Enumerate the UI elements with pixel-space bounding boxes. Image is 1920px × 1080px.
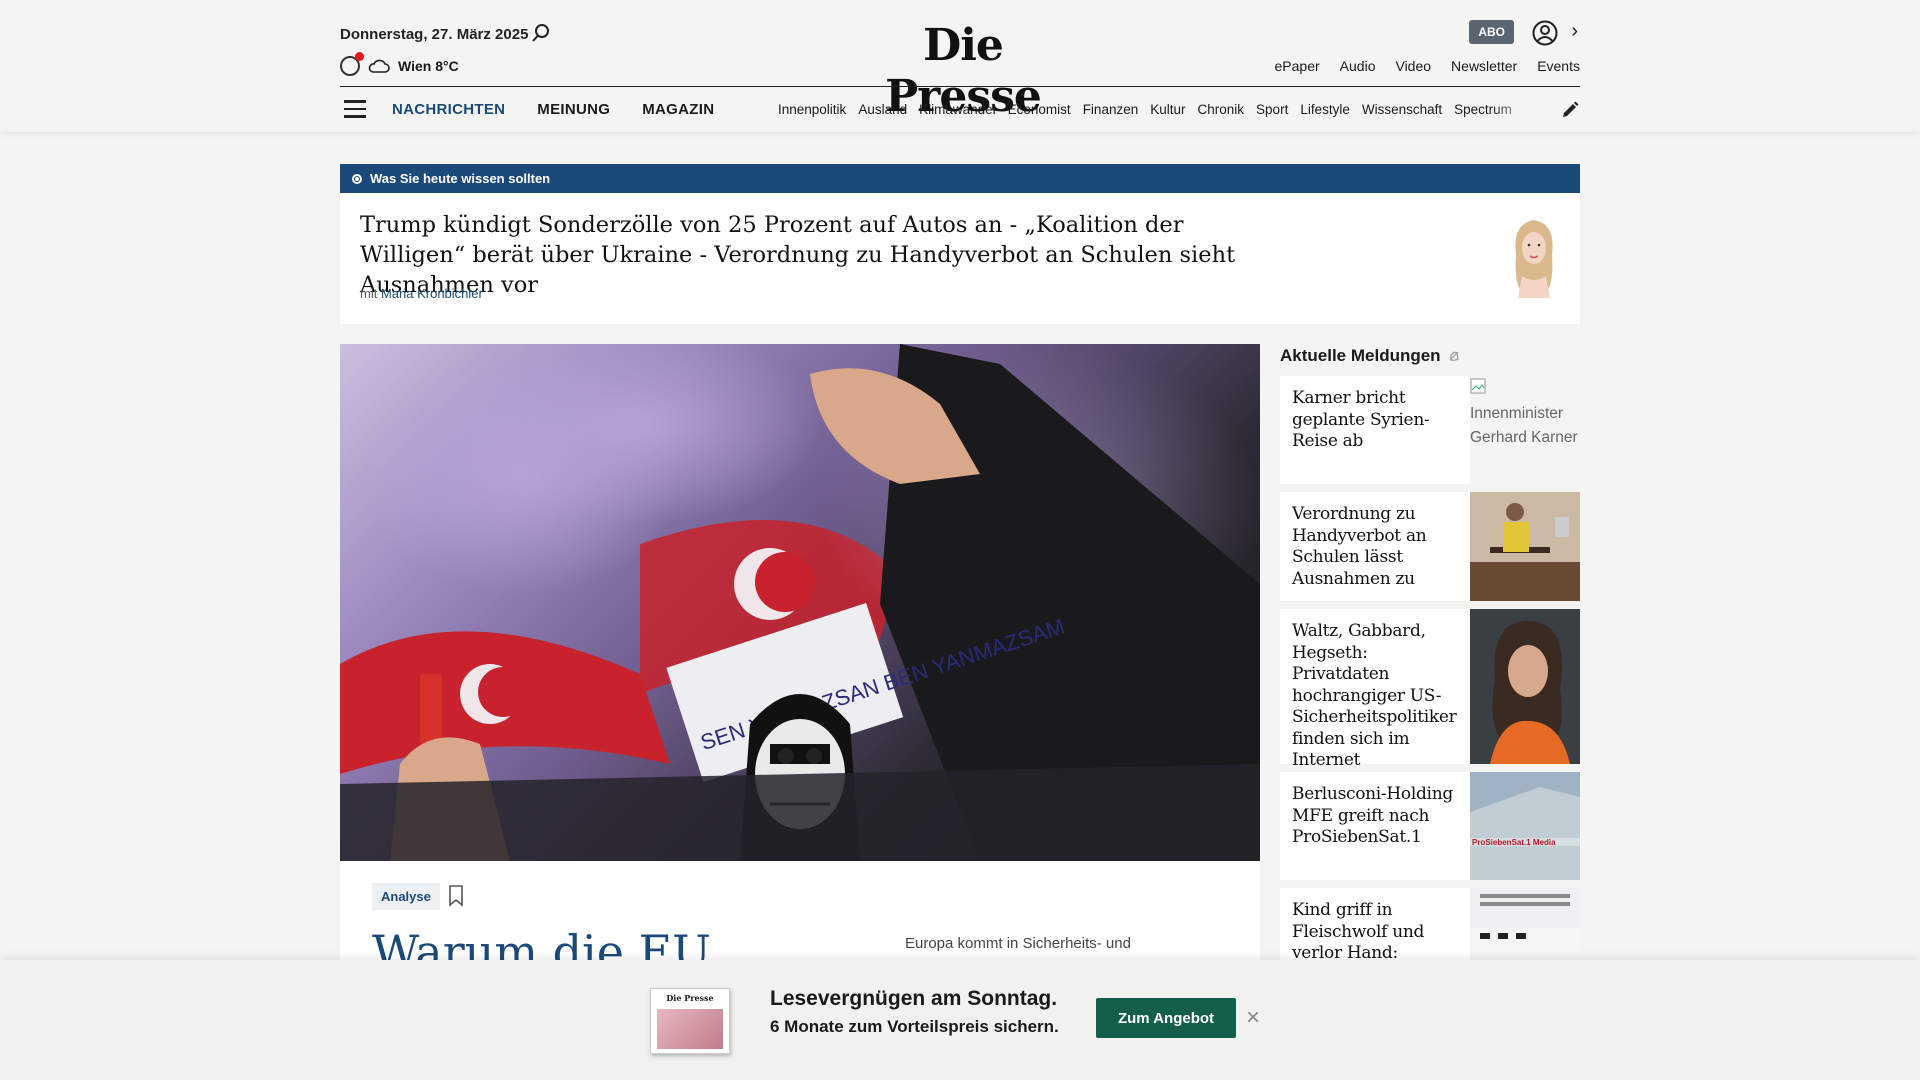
nav-fade — [1490, 96, 1540, 122]
header-inner: Donnerstag, 27. März 2025 Wien 8°C Die P… — [340, 0, 1580, 132]
promo-headline: Lesevergnügen am Sonntag. — [770, 987, 1058, 1010]
broken-image-icon — [1470, 378, 1486, 394]
news-item-title: Berlusconi-Holding MFE greift nach ProSi… — [1292, 784, 1453, 847]
site-header: Donnerstag, 27. März 2025 Wien 8°C Die P… — [0, 0, 1920, 132]
building-sign-text: ProSiebenSat.1 Media — [1472, 838, 1556, 847]
nav-sport[interactable]: Sport — [1256, 102, 1288, 117]
nav-chronik[interactable]: Chronik — [1198, 102, 1245, 117]
briefing-author: mit Maria Kronbichler — [360, 286, 483, 301]
daily-briefing[interactable]: Was Sie heute wissen sollten Trump kündi… — [340, 164, 1580, 324]
news-item-image — [1470, 492, 1580, 601]
weather-widget[interactable]: Wien 8°C — [340, 52, 459, 76]
radio-dot-icon — [352, 173, 362, 184]
nav-magazin[interactable]: MAGAZIN — [642, 101, 714, 118]
bell-icon — [1449, 351, 1459, 361]
section-nav: Innenpolitik Ausland Klimawandel Economi… — [778, 102, 1538, 117]
news-item-1[interactable]: Karner bricht geplante Syrien-Reise ab I… — [1280, 376, 1580, 484]
news-item-title: Karner bricht geplante Syrien-Reise ab — [1292, 388, 1430, 451]
bookmark-icon[interactable] — [448, 885, 464, 907]
promo-subline: 6 Monate zum Vorteilspreis sichern. — [770, 1017, 1059, 1036]
news-item-2[interactable]: Verordnung zu Handyverbot an Schulen läs… — [1280, 492, 1580, 601]
subscription-banner: Die Presse Lesevergnügen am Sonntag. 6 M… — [0, 960, 1920, 1080]
author-portrait — [1515, 220, 1553, 298]
offer-button[interactable]: Zum Angebot — [1096, 998, 1236, 1038]
hero-image[interactable]: SEN YANMAZSAN BEN YANMAZSAM — [340, 344, 1260, 861]
nav-innenpolitik[interactable]: Innenpolitik — [778, 102, 846, 117]
author-prefix: mit — [360, 286, 378, 301]
abo-button[interactable]: ABO — [1469, 20, 1514, 44]
close-icon[interactable]: × — [1246, 1004, 1260, 1032]
news-item-title: Verordnung zu Handyverbot an Schulen läs… — [1292, 504, 1427, 589]
nav-finanzen[interactable]: Finanzen — [1083, 102, 1139, 117]
news-item-4[interactable]: Berlusconi-Holding MFE greift nach ProSi… — [1280, 772, 1580, 880]
top-links: ePaper Audio Video Newsletter Events — [1275, 58, 1580, 74]
briefing-headline[interactable]: Trump kündigt Sonderzölle von 25 Prozent… — [360, 210, 1260, 300]
image-alt-text: Innenminister Gerhard Karner — [1470, 405, 1578, 446]
nav-nachrichten[interactable]: NACHRICHTEN — [392, 101, 505, 118]
search-icon[interactable] — [530, 22, 552, 44]
news-item-image — [1470, 609, 1580, 764]
link-newsletter[interactable]: Newsletter — [1451, 58, 1517, 74]
tag-analyse[interactable]: Analyse — [372, 883, 440, 910]
nav-ausland[interactable]: Ausland — [858, 102, 907, 117]
cover-picture — [657, 1009, 723, 1049]
cloud-icon — [368, 59, 390, 73]
notification-clock-icon[interactable] — [340, 52, 364, 76]
user-account-icon[interactable] — [1532, 20, 1558, 46]
cover-masthead: Die Presse — [666, 993, 714, 1003]
nav-kultur[interactable]: Kultur — [1150, 102, 1185, 117]
news-item-image: Innenminister Gerhard Karner — [1470, 376, 1580, 484]
chevron-right-icon[interactable]: › — [1571, 20, 1578, 43]
link-epaper[interactable]: ePaper — [1275, 58, 1320, 74]
pencil-icon[interactable] — [1560, 100, 1580, 120]
news-item-image: ProSiebenSat.1 Media — [1470, 772, 1580, 880]
nav-economist[interactable]: Economist — [1008, 102, 1071, 117]
news-item-title: Kind griff in Fleischwolf und verlor Han… — [1292, 900, 1425, 960]
link-video[interactable]: Video — [1395, 58, 1431, 74]
newspaper-cover: Die Presse — [650, 988, 730, 1054]
nav-meinung[interactable]: MEINUNG — [537, 101, 610, 118]
nav-wissenschaft[interactable]: Wissenschaft — [1362, 102, 1442, 117]
news-item-5[interactable]: Kind griff in Fleischwolf und verlor Han… — [1280, 888, 1580, 960]
news-item-image — [1470, 888, 1580, 960]
author-name[interactable]: Maria Kronbichler — [381, 286, 483, 301]
news-item-3[interactable]: Waltz, Gabbard, Hegseth: Privatdaten hoc… — [1280, 609, 1580, 770]
link-events[interactable]: Events — [1537, 58, 1580, 74]
nav-lifestyle[interactable]: Lifestyle — [1300, 102, 1350, 117]
current-date: Donnerstag, 27. März 2025 — [340, 26, 529, 43]
news-item-title: Waltz, Gabbard, Hegseth: Privatdaten hoc… — [1292, 621, 1457, 770]
sidebar-title[interactable]: Aktuelle Meldungen — [1280, 346, 1461, 366]
nav-klimawandel[interactable]: Klimawandel — [919, 102, 996, 117]
sidebar-title-label: Aktuelle Meldungen — [1280, 346, 1441, 365]
link-audio[interactable]: Audio — [1340, 58, 1376, 74]
menu-hamburger-icon[interactable] — [344, 100, 366, 118]
hero-teaser: Europa kommt in Sicherheits- und — [905, 935, 1131, 952]
hero-photo: SEN YANMAZSAN BEN YANMAZSAM — [340, 344, 1260, 861]
main-nav: NACHRICHTEN MEINUNG MAGAZIN — [392, 101, 714, 118]
briefing-bar: Was Sie heute wissen sollten — [340, 164, 1580, 193]
briefing-label: Was Sie heute wissen sollten — [370, 171, 551, 186]
header-divider — [340, 86, 1580, 87]
weather-label: Wien 8°C — [398, 58, 459, 74]
